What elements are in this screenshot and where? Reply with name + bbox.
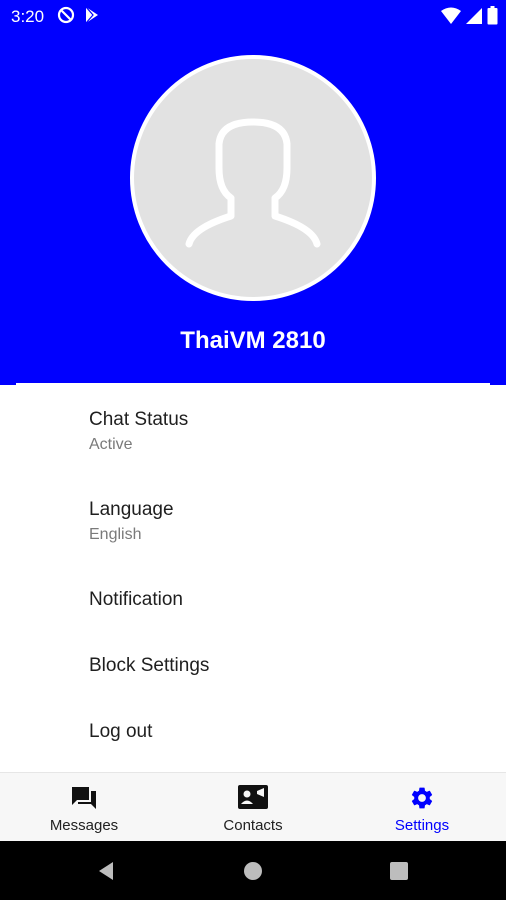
notification-title: Notification (89, 589, 183, 610)
chat-status-value: Active (89, 436, 133, 453)
gear-icon (409, 785, 435, 816)
wifi-icon (441, 7, 461, 25)
chat-bubbles-icon (70, 785, 98, 816)
profile-name: ThaiVM 2810 (180, 327, 326, 354)
nav-settings[interactable]: Settings (338, 773, 506, 842)
block-settings-title: Block Settings (89, 655, 210, 676)
cell-signal-icon (465, 7, 483, 25)
home-icon (244, 861, 262, 880)
chat-status-setting[interactable]: Chat Status Active (0, 385, 506, 475)
person-silhouette-icon (185, 118, 321, 248)
profile-header: 3:20 ThaiVM 2810 (0, 0, 506, 385)
chat-status-title: Chat Status (89, 409, 189, 430)
language-value: English (89, 526, 142, 543)
language-setting[interactable]: Language English (0, 475, 506, 565)
recents-button[interactable] (359, 841, 439, 900)
nav-messages[interactable]: Messages (0, 773, 168, 842)
back-button[interactable] (66, 841, 146, 900)
log-out-button[interactable]: Log out (0, 697, 506, 772)
recents-icon (390, 861, 408, 880)
language-title: Language (89, 499, 174, 520)
status-bar: 3:20 (0, 0, 506, 32)
log-out-label: Log out (89, 721, 153, 742)
contact-card-icon (238, 785, 268, 814)
block-settings-setting[interactable]: Block Settings (0, 631, 506, 697)
notification-setting[interactable]: Notification (0, 565, 506, 631)
play-store-icon (84, 6, 100, 24)
nav-settings-label: Settings (394, 817, 450, 834)
do-not-disturb-icon (57, 6, 75, 24)
nav-contacts-label: Contacts (223, 817, 283, 834)
home-button[interactable] (213, 841, 293, 900)
back-icon (99, 861, 113, 880)
nav-messages-label: Messages (49, 817, 119, 834)
battery-icon (487, 6, 498, 25)
profile-avatar[interactable] (130, 55, 376, 301)
nav-contacts[interactable]: Contacts (169, 773, 337, 842)
bottom-navigation: Messages Contacts Settings (0, 772, 506, 841)
status-time: 3:20 (11, 7, 45, 26)
system-navigation-bar (0, 841, 506, 900)
